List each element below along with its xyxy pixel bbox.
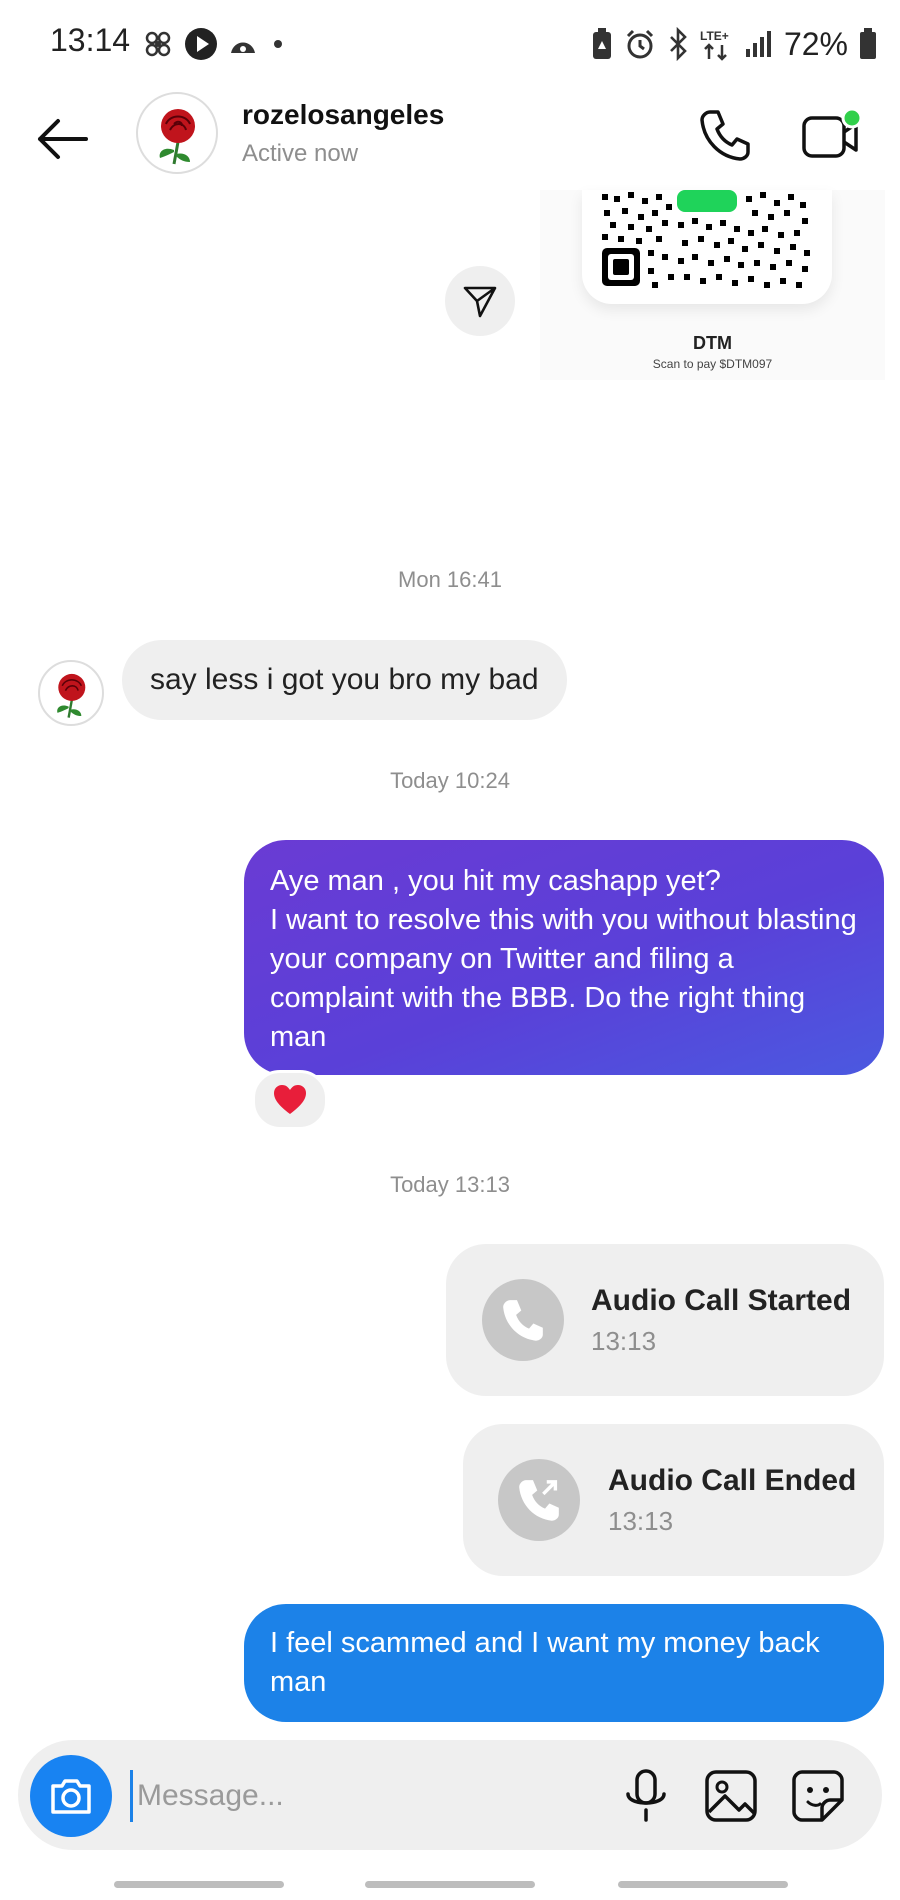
camera-icon <box>51 1779 91 1814</box>
call-icon-circle <box>482 1279 564 1361</box>
alarm-icon <box>626 29 654 59</box>
battery-percentage: 72% <box>783 25 848 62</box>
sender-avatar[interactable] <box>38 660 104 726</box>
camera-button[interactable] <box>30 1755 112 1837</box>
chat-header: rozelosangeles Active now <box>0 84 900 194</box>
audio-call-started-card[interactable]: Audio Call Started 13:13 <box>446 1244 884 1396</box>
lte-icon: LTE+ <box>700 29 729 61</box>
play-icon <box>185 28 217 60</box>
call-title: Audio Call Ended <box>608 1464 857 1497</box>
nav-recent-apps[interactable] <box>114 1881 284 1888</box>
contact-name[interactable]: rozelosangeles <box>242 99 444 131</box>
timestamp: Mon 16:41 <box>398 567 502 592</box>
outgoing-message-bubble[interactable]: I feel scammed and I want my money back … <box>244 1604 884 1722</box>
timestamp: Today 10:24 <box>390 768 510 793</box>
microphone-icon[interactable] <box>620 1768 672 1824</box>
fan-icon <box>145 31 171 57</box>
qr-code-card[interactable] <box>582 190 832 304</box>
message-text: Aye man , you hit my cashapp yet? I want… <box>270 865 857 1053</box>
phone-icon[interactable] <box>696 106 754 164</box>
nav-back[interactable] <box>618 1881 788 1888</box>
svg-text:LTE+: LTE+ <box>700 29 729 43</box>
call-time: 13:13 <box>608 1506 674 1536</box>
gallery-icon[interactable] <box>703 1768 759 1824</box>
heart-icon <box>274 1085 306 1114</box>
message-composer <box>18 1740 882 1850</box>
contact-status: Active now <box>242 140 359 167</box>
status-time: 13:14 <box>50 22 131 58</box>
battery-saver-icon <box>592 28 611 59</box>
back-arrow-icon[interactable] <box>32 114 92 164</box>
status-icons-left <box>142 24 288 64</box>
send-icon <box>463 286 497 318</box>
timestamp: Today 13:13 <box>390 1172 510 1197</box>
audio-call-ended-card[interactable]: Audio Call Ended 13:13 <box>463 1424 884 1576</box>
sticker-icon[interactable] <box>790 1768 846 1824</box>
status-bar: 13:14 LTE+ 72% <box>0 0 900 84</box>
rose-icon <box>159 109 195 165</box>
contact-avatar[interactable] <box>136 92 218 174</box>
signal-icon <box>745 31 771 57</box>
incoming-message-bubble[interactable]: say less i got you bro my bad <box>122 640 567 720</box>
dot-icon <box>274 40 282 48</box>
message-input[interactable] <box>130 1770 609 1822</box>
qr-code-icon <box>602 190 810 288</box>
rose-icon <box>57 673 86 718</box>
phone-outgoing-icon <box>519 1480 559 1521</box>
battery-icon <box>860 28 876 59</box>
message-text: I feel scammed and I want my money back … <box>270 1627 820 1698</box>
share-button[interactable] <box>445 266 515 336</box>
video-call-icon[interactable] <box>800 106 864 164</box>
nav-home[interactable] <box>365 1881 535 1888</box>
shared-card-subtitle: Scan to pay $DTM097 <box>652 357 773 371</box>
status-icons-right: LTE+ 72% <box>590 22 878 66</box>
call-icon-circle <box>498 1459 580 1541</box>
call-time: 13:13 <box>591 1326 657 1356</box>
shared-card-title: DTM <box>693 333 732 353</box>
bluetooth-icon <box>670 27 687 61</box>
call-title: Audio Call Started <box>591 1284 852 1317</box>
app-icon <box>231 42 255 53</box>
phone-icon <box>503 1300 543 1341</box>
message-reaction[interactable] <box>252 1070 328 1130</box>
outgoing-message-bubble[interactable]: Aye man , you hit my cashapp yet? I want… <box>244 840 884 1075</box>
